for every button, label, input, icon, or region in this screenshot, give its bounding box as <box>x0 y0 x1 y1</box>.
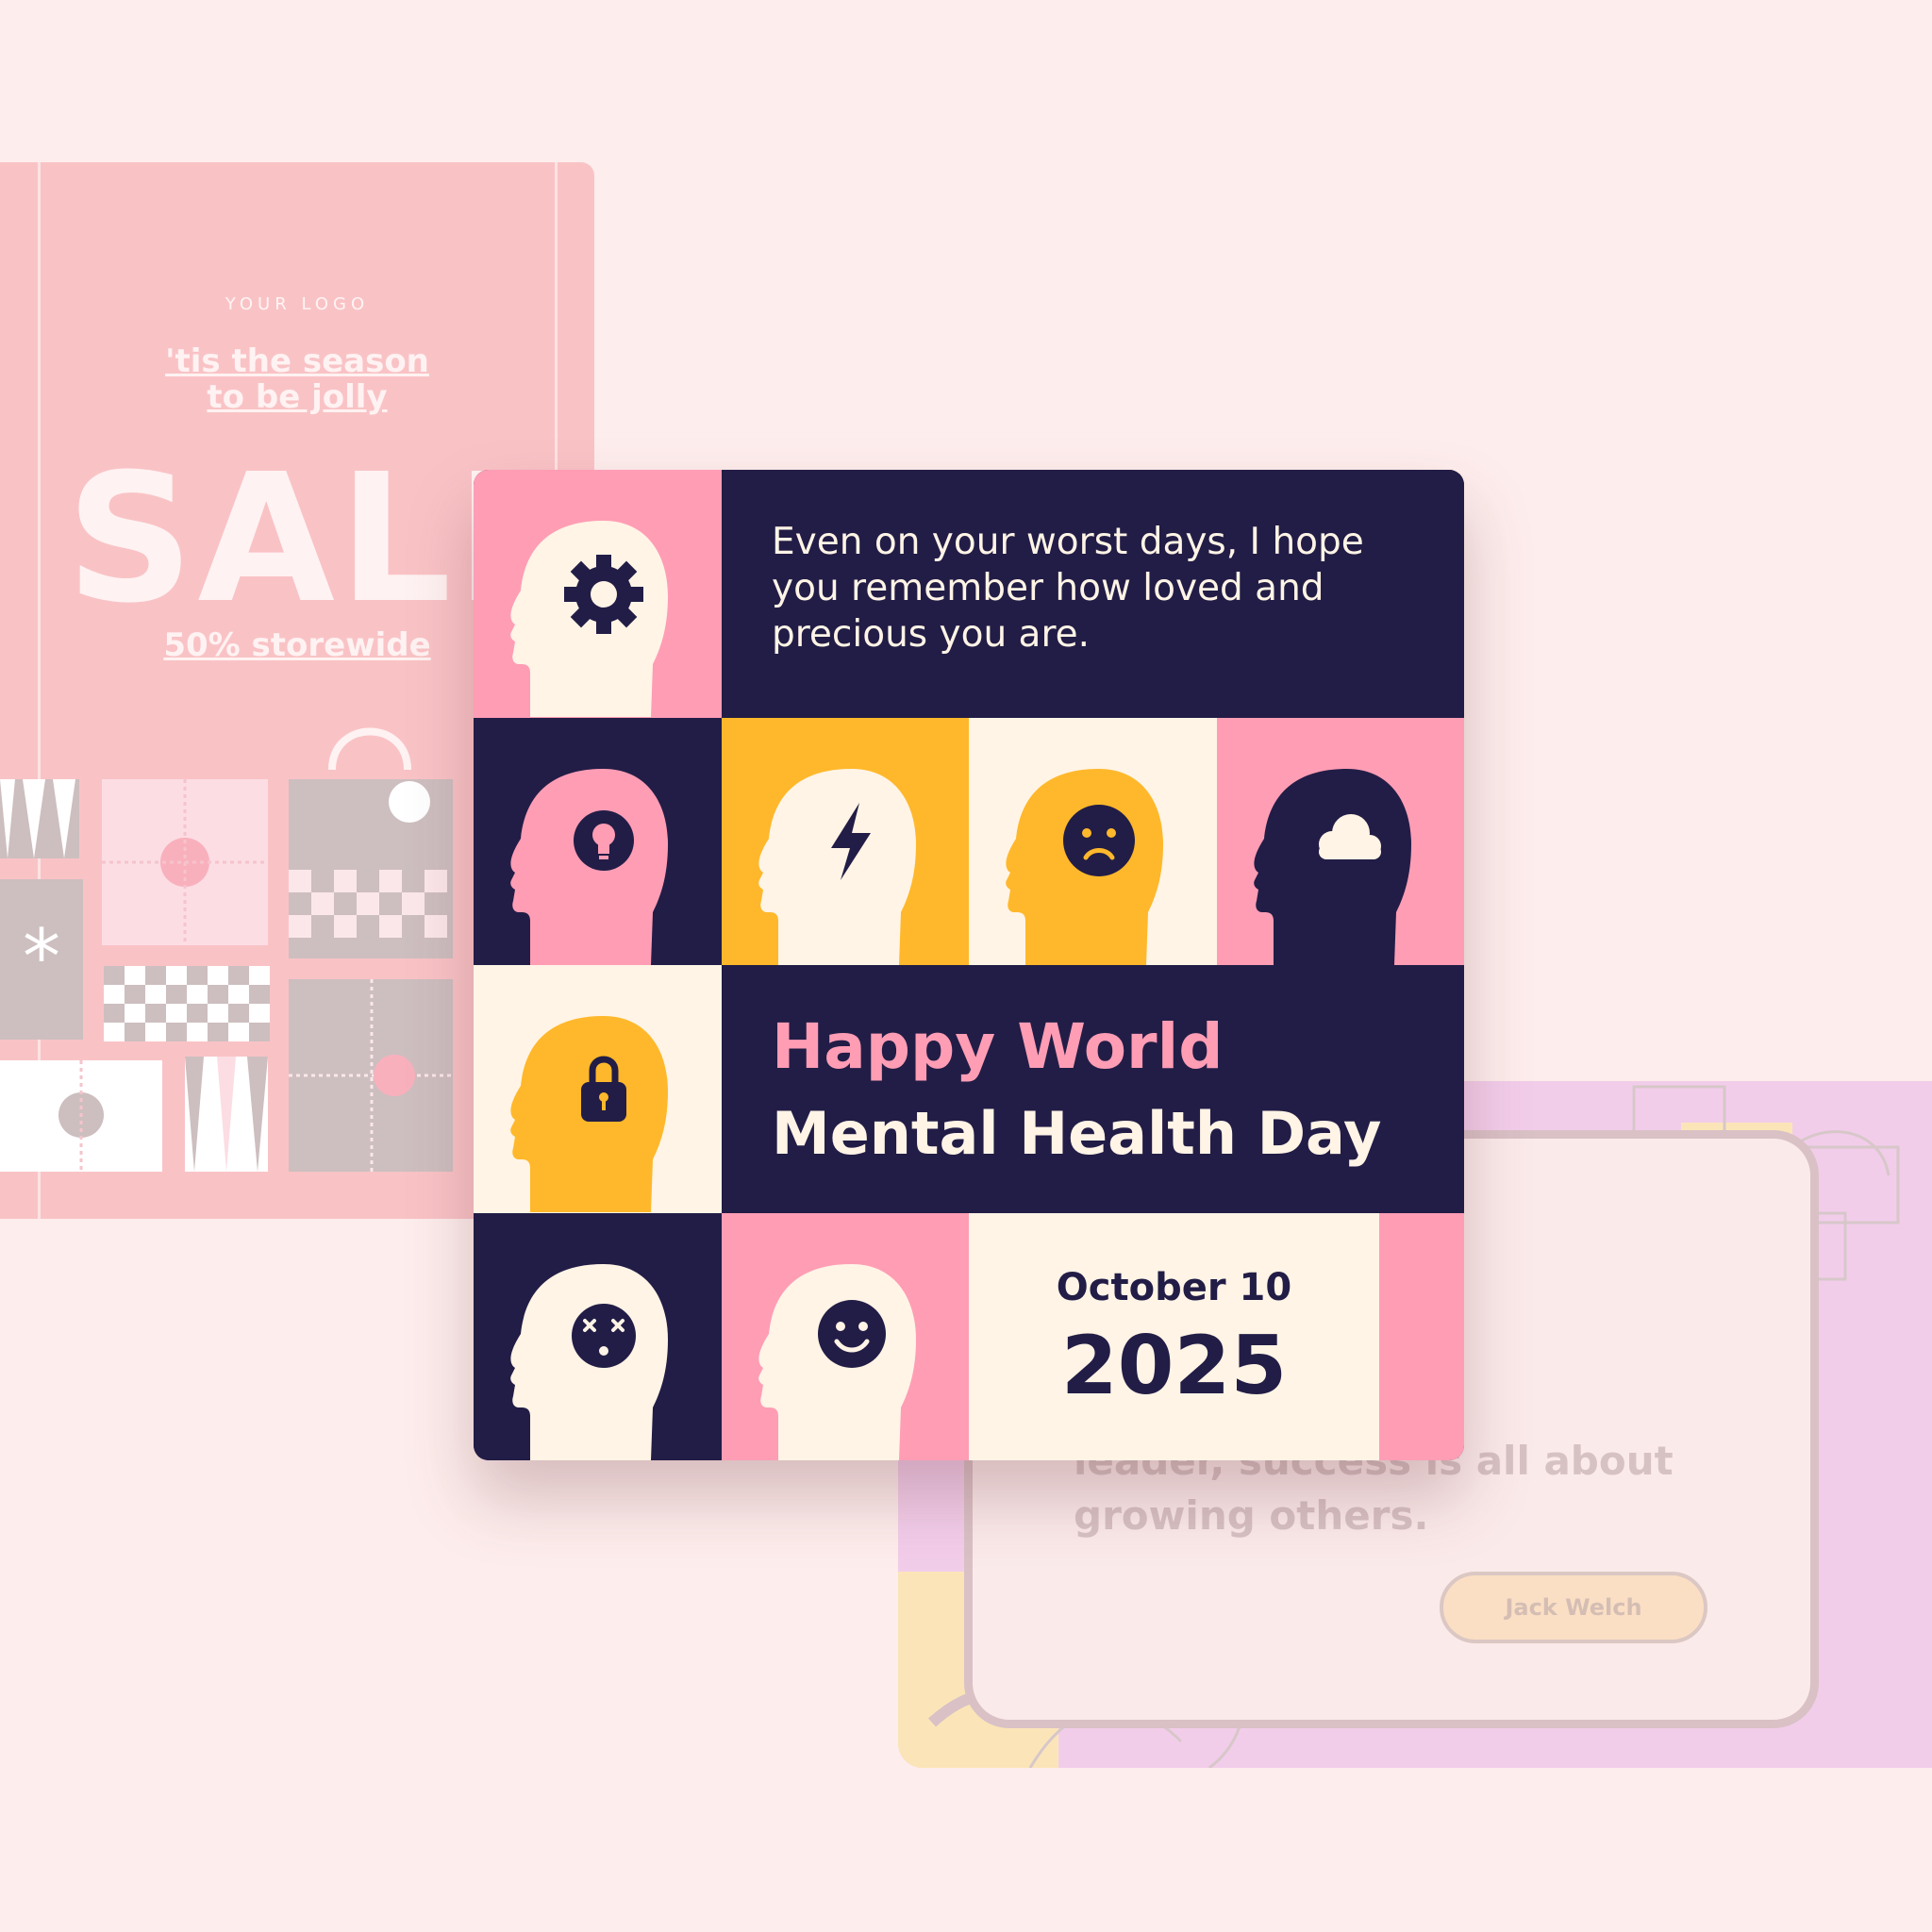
gear-icon <box>564 555 643 634</box>
head-tile-lightbulb <box>474 718 722 966</box>
title-happy-world: Happy World <box>772 1010 1224 1083</box>
head-tile-cloud <box>1217 718 1464 966</box>
head-tile-dizzy <box>474 1213 722 1460</box>
date-panel: October 10 2025 <box>969 1213 1379 1460</box>
logo-placeholder: YOUR LOGO <box>225 294 370 314</box>
head-tile-lightning <box>722 718 970 966</box>
date-month-day: October 10 <box>1056 1266 1292 1309</box>
encouragement-quote: Even on your worst days, I hope you reme… <box>772 521 1364 656</box>
head-tile-padlock <box>474 965 722 1213</box>
quote-panel: Even on your worst days, I hope you reme… <box>722 470 1464 718</box>
head-tile-sad <box>969 718 1217 966</box>
author-button[interactable]: Jack Welch <box>1440 1572 1707 1643</box>
date-year: 2025 <box>1060 1319 1288 1413</box>
head-tile-smiley <box>722 1213 970 1460</box>
pink-accent-strip <box>1379 1213 1464 1460</box>
dizzy-face-icon <box>572 1304 636 1368</box>
sad-face-icon <box>1063 805 1135 876</box>
head-tile-gear <box>474 470 722 718</box>
lightbulb-icon <box>574 810 634 871</box>
svg-text:*: * <box>23 913 60 1001</box>
mental-health-card: Even on your worst days, I hope you reme… <box>474 470 1464 1460</box>
sale-tagline: 'tis the season to be jolly <box>165 342 429 416</box>
title-mental-health-day: Mental Health Day <box>772 1099 1382 1168</box>
smiley-face-icon <box>818 1300 886 1368</box>
title-panel: Happy World Mental Health Day <box>722 965 1464 1213</box>
